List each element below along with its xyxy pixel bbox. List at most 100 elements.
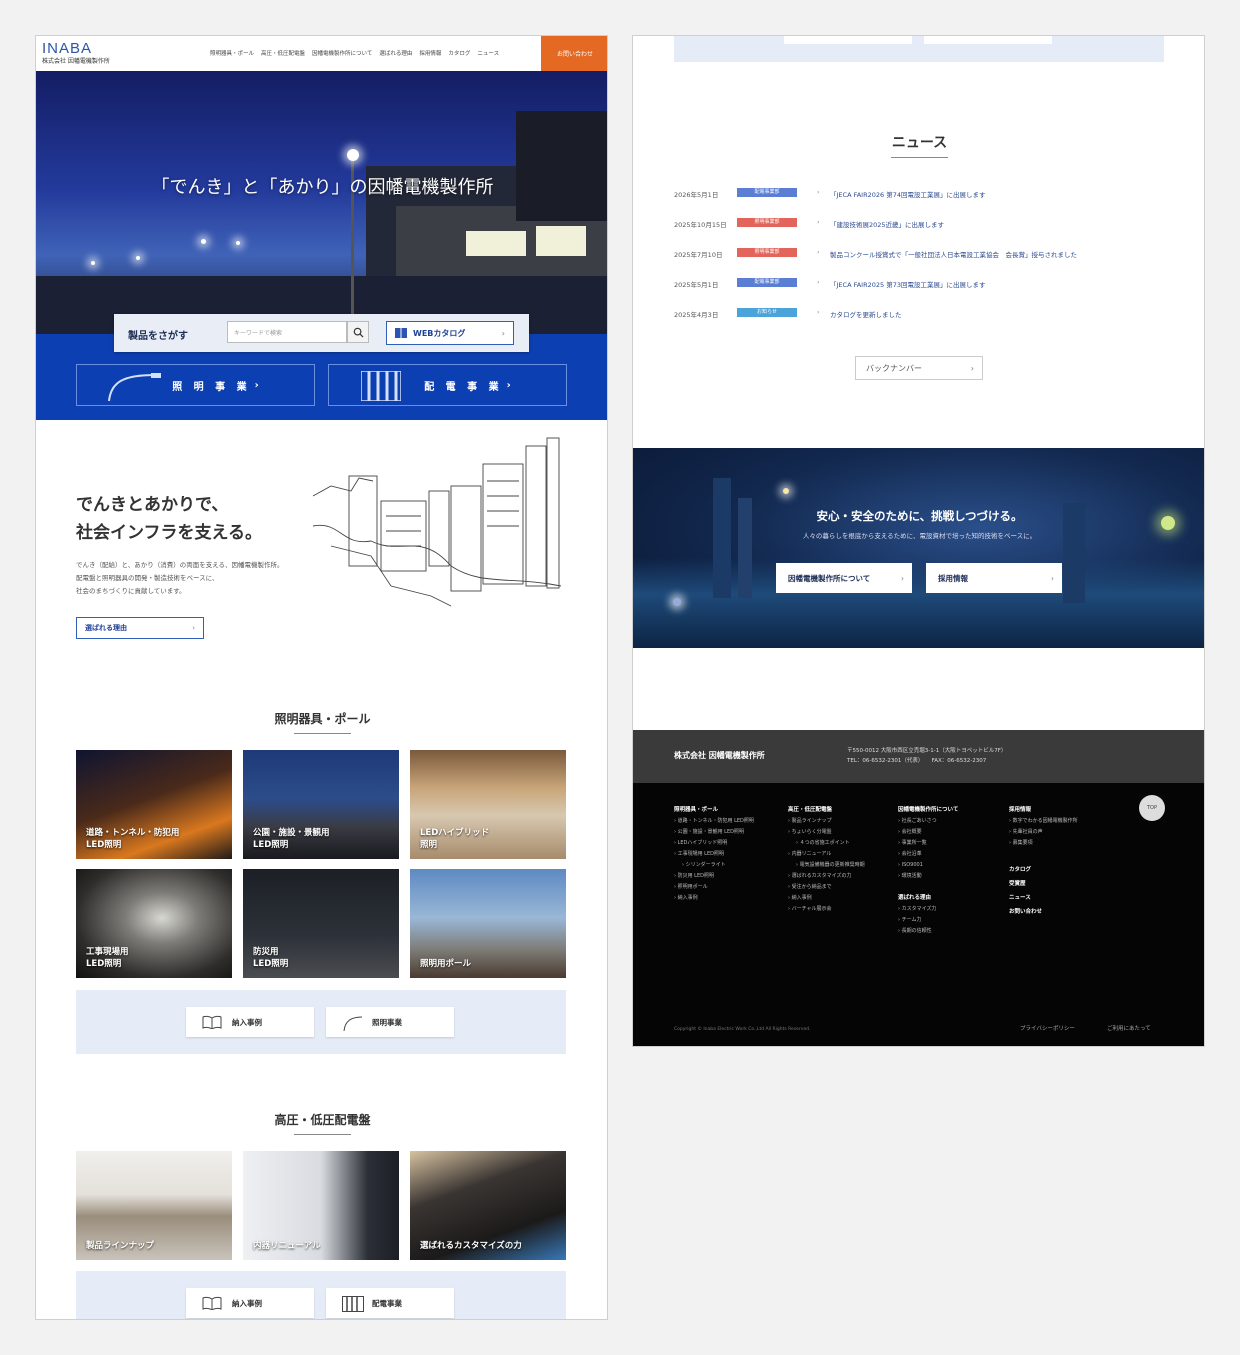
power-case-button[interactable]: 納入事例 [186,1288,314,1318]
lighting-case-button[interactable]: 納入事例 [186,1007,314,1037]
switchboard-icon [342,1296,364,1312]
about-heading-line2: 社会インフラを支える。 [76,523,262,543]
reasons-button[interactable]: 選ばれる理由 › [76,617,204,639]
footer-company-name: 株式会社 因幡電機製作所 [674,751,765,760]
footer-link[interactable]: › ４つの省施工ポイント [788,838,865,849]
nav-item-switchboard[interactable]: 高圧・低圧配電盤 [261,49,305,57]
news-headline[interactable]: 「JECA FAIR2026 第74回電設工業展」に出展します [830,189,985,199]
footer-link[interactable]: › 納入事例 [674,893,754,904]
recruit-button[interactable]: 採用情報 › [926,563,1062,593]
news-headline[interactable]: 製品コンクール授賞式で「一般社団法人日本電設工業協会 会長賞」授与されました [830,249,1077,259]
news-item[interactable]: 2025年7月10日 照明事業部 › 製品コンクール授賞式で「一般社団法人日本電… [674,247,1164,259]
footer-link[interactable]: › 選ばれるカスタマイズの力 [788,871,865,882]
about-text-line: 社会のまちづくりに貢献しています。 [76,587,186,595]
footer-heading[interactable]: 因幡電機製作所について [898,805,958,816]
nav-item-lighting[interactable]: 照明器具・ポール [210,49,254,57]
site-footer: 照明器具・ポール › 道路・トンネル・防犯用 LED照明 › 公園・施設・景観用… [633,783,1204,1046]
tile-lighting-pole[interactable]: 照明用ポール [410,869,566,978]
news-headline[interactable]: 「建設技術展2025近畿」に出展します [830,219,944,229]
contact-button[interactable]: お問い合わせ [541,36,607,71]
footer-link[interactable]: › カスタマイズ力 [898,904,958,915]
search-input[interactable]: キーワードで検索 [227,321,347,343]
footer-link[interactable]: › 納入事例 [788,893,865,904]
footer-heading[interactable]: 採用情報 [1009,805,1078,816]
footer-heading-link[interactable]: お問い合わせ [1009,905,1078,919]
nav-item-recruit[interactable]: 採用情報 [419,49,441,57]
footer-heading[interactable]: 高圧・低圧配電盤 [788,805,865,816]
footer-link[interactable]: › 電気設備機器の更新推奨時期 [788,860,865,871]
tile-road-tunnel-led[interactable]: 道路・トンネル・防犯用 LED照明 [76,750,232,859]
news-item[interactable]: 2025年10月15日 照明事業部 › 「建設技術展2025近畿」に出展します [674,217,1164,229]
footer-link[interactable]: › 受注から納品まで [788,882,865,893]
footer-link[interactable]: › 照明用ポール [674,882,754,893]
footer-link[interactable]: › 数字でわかる因幡電機製作所 [1009,816,1078,827]
footer-company-bar: 株式会社 因幡電機製作所 〒550-0012 大阪市西区立売堀3-1-1（大阪ト… [633,730,1204,783]
global-nav: 照明器具・ポール 高圧・低圧配電盤 因幡電機製作所について 選ばれる理由 採用情… [210,49,499,57]
news-item[interactable]: 2025年4月3日 お知らせ › カタログを更新しました [674,307,1164,319]
footer-heading[interactable]: 照明器具・ポール [674,805,754,816]
back-number-button[interactable]: バックナンバー › [855,356,983,380]
lighting-business-button[interactable]: 照 明 事 業 › [76,364,315,406]
footer-link[interactable]: › 会社概要 [898,827,958,838]
tile-product-lineup[interactable]: 製品ラインナップ [76,1151,232,1260]
footer-link[interactable]: › 製品ラインナップ [788,816,865,827]
footer-link[interactable]: › チーム力 [898,915,958,926]
tile-label: 道路・トンネル・防犯用 LED照明 [86,828,180,850]
lighting-business-label: 照 明 事 業 [172,381,251,393]
footer-link[interactable]: › 社長ごあいさつ [898,816,958,827]
news-item[interactable]: 2025年5月1日 配電事業部 › 「JECA FAIR2025 第73回電設工… [674,277,1164,289]
power-business-button[interactable]: 配 電 事 業 › [328,364,567,406]
footer-link[interactable]: › バーチャル展示会 [788,904,865,915]
nav-item-about[interactable]: 因幡電機製作所について [312,49,372,57]
tile-renewal[interactable]: 内器リニューアル [243,1151,399,1260]
web-catalog-button[interactable]: WEBカタログ › [386,321,514,345]
privacy-policy-link[interactable]: プライバシーポリシー [1020,1024,1075,1032]
power-business-link[interactable]: 配電事業 [326,1288,454,1318]
about-company-button[interactable]: 因幡電機製作所について › [776,563,912,593]
power-business-link-label: 配電事業 [372,1298,402,1308]
lighting-business-link[interactable]: 照明事業 [326,1007,454,1037]
terms-of-use-link[interactable]: ご利用にあたって [1107,1024,1151,1032]
nav-item-catalog[interactable]: カタログ [448,49,470,57]
site-header: INABA 株式会社 因幡電機製作所 照明器具・ポール 高圧・低圧配電盤 因幡電… [36,36,607,71]
news-item[interactable]: 2026年5月1日 配電事業部 › 「JECA FAIR2026 第74回電設工… [674,187,1164,199]
tile-park-facility-led[interactable]: 公園・施設・景観用 LED照明 [243,750,399,859]
footer-link[interactable]: › シリンダーライト [674,860,754,871]
footer-link[interactable]: › 先輩社員の声 [1009,827,1078,838]
footer-link[interactable]: › ちょいらく分電盤 [788,827,865,838]
news-headline[interactable]: カタログを更新しました [830,309,902,319]
tile-construction-led[interactable]: 工事現場用 LED照明 [76,869,232,978]
tile-customize[interactable]: 選ばれるカスタマイズの力 [410,1151,566,1260]
news-date: 2026年5月1日 [674,191,719,199]
footer-link[interactable]: › 公園・施設・景観用 LED照明 [674,827,754,838]
nav-item-reasons[interactable]: 選ばれる理由 [379,49,412,57]
footer-link[interactable]: › 環境活動 [898,871,958,882]
footer-link[interactable]: › 長期の信頼性 [898,926,958,937]
footer-heading[interactable]: 選ばれる理由 [898,893,958,904]
back-to-top-label: TOP [1146,805,1157,811]
site-logo[interactable]: INABA [42,40,92,57]
footer-link[interactable]: › ISO9001 [898,860,958,871]
footer-link[interactable]: › 道路・トンネル・防犯用 LED照明 [674,816,754,827]
footer-link[interactable]: › 内器リニューアル [788,849,865,860]
footer-link[interactable]: › 会社沿革 [898,849,958,860]
back-to-top-button[interactable]: TOP [1139,795,1165,821]
news-headline[interactable]: 「JECA FAIR2025 第73回電設工業展」に出展します [830,279,985,289]
footer-heading-link[interactable]: ニュース [1009,891,1078,905]
safety-subtext: 人々の暮らしを根底から支えるために、電設資材で培った知的技術をベースに。 [802,532,1037,540]
footer-link[interactable]: › 防災用 LED照明 [674,871,754,882]
footer-link[interactable]: › 工事現場用 LED照明 [674,849,754,860]
footer-heading-link[interactable]: 受賞歴 [1009,877,1078,891]
tile-led-hybrid[interactable]: LEDハイブリッド 照明 [410,750,566,859]
footer-link[interactable]: › LEDハイブリッド照明 [674,838,754,849]
tile-label: 工事現場用 LED照明 [86,947,129,969]
footer-link[interactable]: › 募集要項 [1009,838,1078,849]
footer-heading-link[interactable]: カタログ [1009,863,1078,877]
lighting-business-link-label: 照明事業 [372,1017,402,1027]
search-button[interactable] [347,321,369,343]
nav-item-news[interactable]: ニュース [477,49,499,57]
footer-link[interactable]: › 事業所一覧 [898,838,958,849]
search-label: 製品をさがす [128,331,188,342]
power-case-label: 納入事例 [232,1298,262,1308]
tile-disaster-led[interactable]: 防災用 LED照明 [243,869,399,978]
